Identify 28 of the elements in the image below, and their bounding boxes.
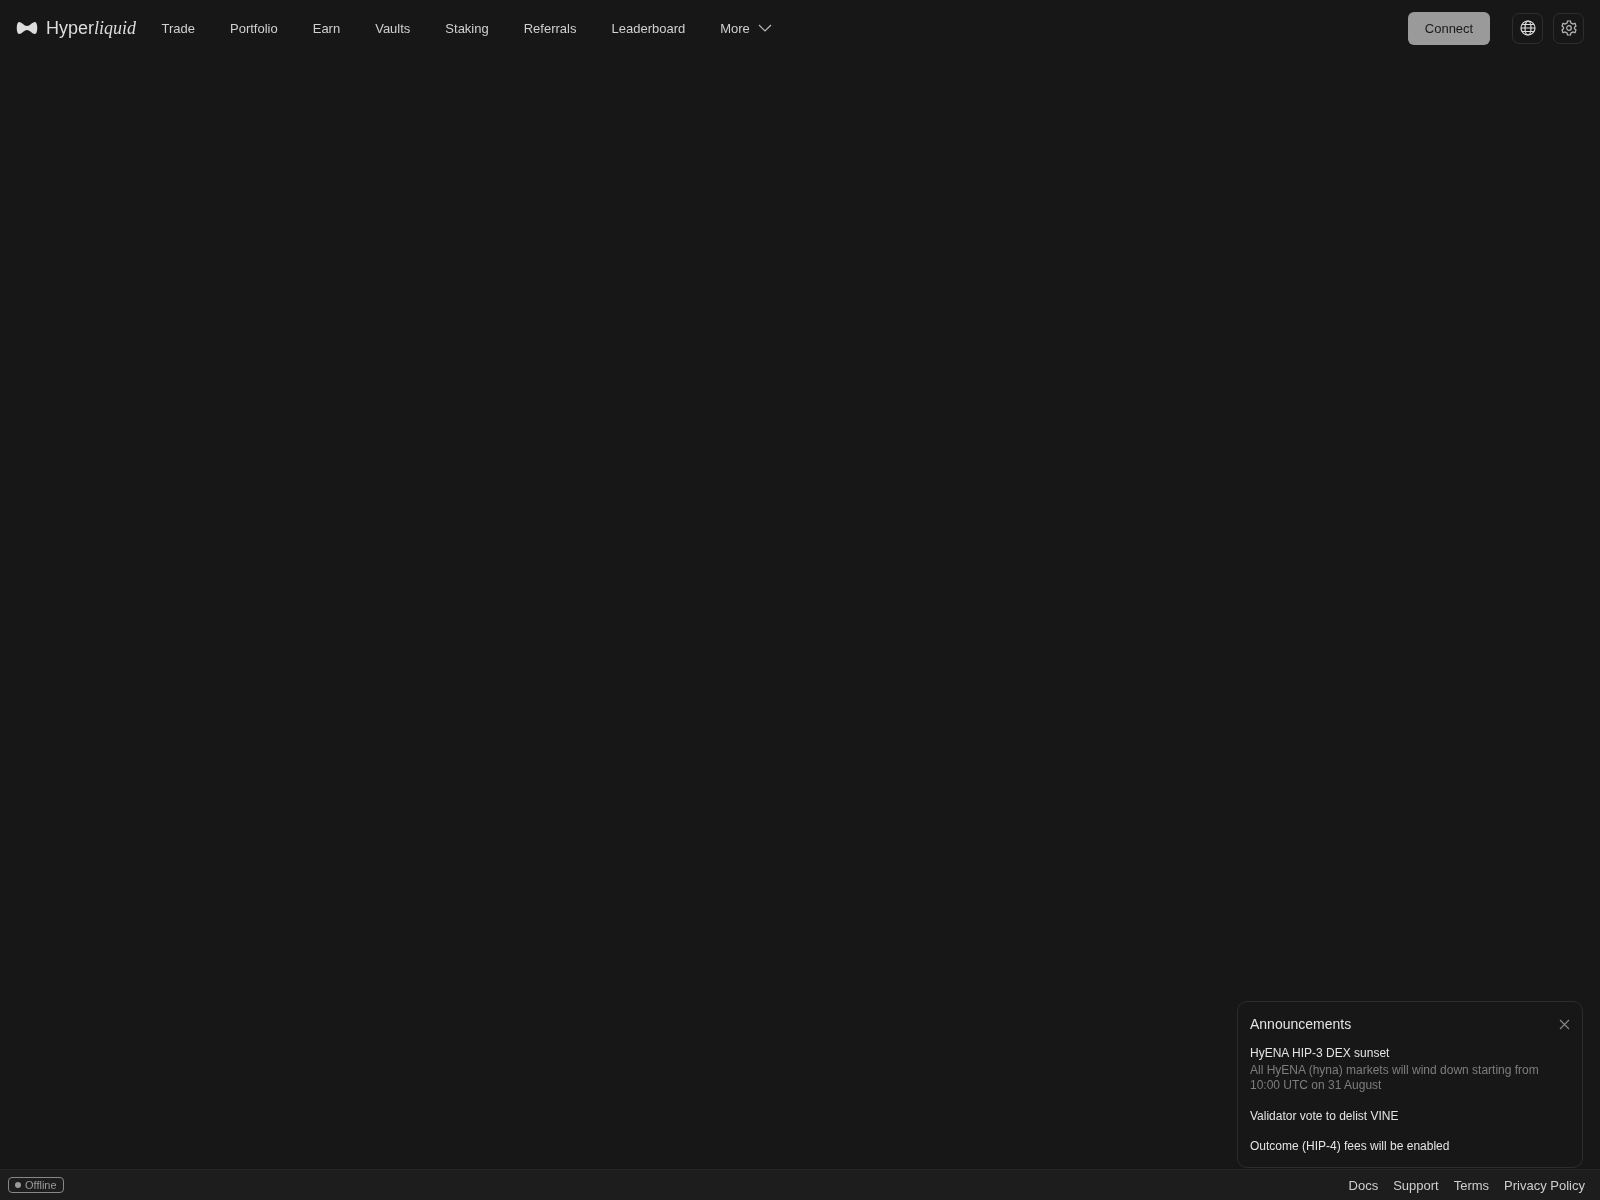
footer-link[interactable]: Support bbox=[1393, 1177, 1439, 1193]
settings-button[interactable] bbox=[1553, 12, 1584, 44]
globe-icon bbox=[1519, 20, 1536, 36]
panel-title: Announcements bbox=[1250, 1016, 1352, 1032]
settings-icon bbox=[1560, 20, 1577, 36]
close-button[interactable] bbox=[1559, 1018, 1570, 1030]
close-icon bbox=[1559, 1018, 1570, 1030]
footer-link[interactable]: Terms bbox=[1453, 1177, 1490, 1193]
nav-link[interactable]: More bbox=[702, 20, 790, 36]
nav-link[interactable]: Leaderboard bbox=[594, 20, 703, 36]
status-dot-icon bbox=[15, 1182, 21, 1188]
announcement-title[interactable]: HyENA HIP-3 DEX sunset bbox=[1250, 1046, 1570, 1060]
language-button[interactable] bbox=[1512, 12, 1543, 44]
nav-link[interactable]: Staking bbox=[427, 20, 507, 36]
logo-text[interactable]: Hyperliquid bbox=[46, 17, 137, 39]
connect-button[interactable]: Connect bbox=[1408, 11, 1490, 45]
nav-link[interactable]: Referrals bbox=[506, 20, 594, 36]
nav-link[interactable]: Trade bbox=[144, 20, 213, 36]
nav-link[interactable]: Earn bbox=[295, 20, 358, 36]
footer-link[interactable]: Docs bbox=[1348, 1177, 1379, 1193]
footer-link[interactable]: Privacy Policy bbox=[1504, 1177, 1585, 1193]
announcement-title[interactable]: Outcome (HIP-4) fees will be enabled bbox=[1250, 1139, 1570, 1153]
nav-link[interactable]: Vaults bbox=[357, 20, 428, 36]
announcement-text: All HyENA (hyna) markets will wind down starting from 10:00 UTC on 31 August bbox=[1250, 1063, 1540, 1093]
status-label: Offline bbox=[25, 1179, 57, 1191]
logo-icon bbox=[16, 21, 38, 35]
announcement-title[interactable]: Validator vote to delist VINE bbox=[1250, 1109, 1570, 1123]
nav-link[interactable]: Portfolio bbox=[212, 20, 296, 36]
